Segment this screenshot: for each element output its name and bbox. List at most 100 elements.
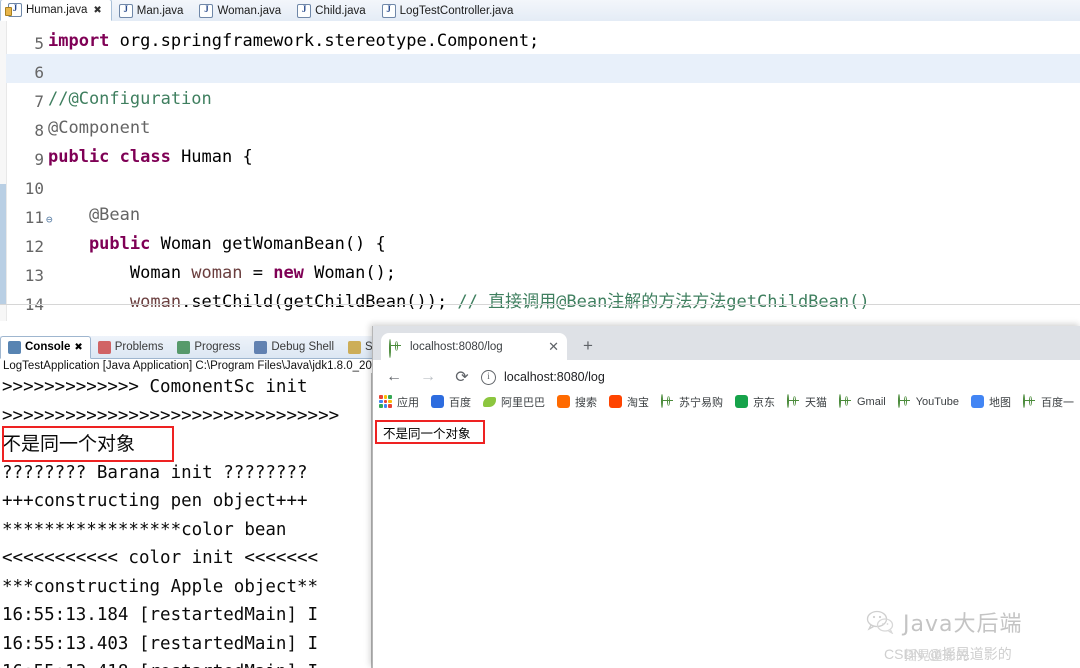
address-bar-url: localhost:8080/log [504, 370, 605, 384]
address-bar[interactable]: localhost:8080/log [473, 366, 1069, 388]
bookmark-label: 搜索 [575, 397, 597, 409]
line-number: 9 [34, 150, 44, 169]
console-output-line: 16:55:13.418 [restartedMain] I [2, 658, 372, 668]
bookmark-百度[interactable]: 百度 [425, 390, 477, 414]
close-icon[interactable]: ✖ [74, 342, 82, 353]
bookmark-label: 百度 [449, 397, 471, 409]
editor-tab-child-java[interactable]: Child.java [290, 1, 375, 21]
watermark-credit-overlay: 摇晃道影的 [904, 648, 970, 663]
bookmark-阿里巴巴[interactable]: 阿里巴巴 [477, 390, 551, 414]
wechat-icon [866, 610, 894, 635]
browser-page-highlight-box: 不是同一个对象 [375, 420, 485, 444]
code-token: .setChild(getChildBean()); [181, 292, 458, 312]
new-tab-button[interactable]: + [583, 337, 593, 354]
bookmark-YouTube[interactable]: YouTube [892, 390, 965, 414]
bookmarks-bar: 应用 百度 阿里巴巴 搜索 淘宝 苏宁易购 京东 天猫 Gmail YouTube 地图 百度一 [373, 390, 1080, 415]
console-output-line: ***constructing Apple object** [2, 576, 319, 597]
bookmark-百度一[interactable]: 百度一 [1017, 390, 1080, 414]
bookmark-label: 应用 [397, 397, 419, 409]
line-number: 10 [24, 179, 44, 198]
editor-tab-man-java[interactable]: Man.java [112, 1, 193, 21]
console-icon [8, 340, 21, 354]
bookmark-Gmail[interactable]: Gmail [833, 390, 892, 414]
close-icon[interactable]: ✖ [93, 5, 101, 16]
console-output[interactable]: >>>>>>>>>>>>> ComonentSc init >>>>>>>>>>>… [2, 373, 372, 668]
code-token: //@Configuration [48, 89, 212, 109]
browser-tab-title: localhost:8080/log [410, 340, 503, 353]
code-token: Woman(); [314, 263, 397, 283]
globe-icon [1022, 394, 1037, 409]
console-tab-label: Progress [194, 341, 241, 353]
line-number: 13 [24, 266, 44, 285]
info-icon[interactable] [481, 369, 496, 385]
code-token: @Component [48, 118, 151, 138]
console-tab-problems[interactable]: Problems [91, 337, 171, 358]
bookmark-label: 苏宁易购 [679, 397, 723, 409]
forward-button[interactable]: → [415, 364, 441, 390]
close-icon[interactable]: ✕ [548, 340, 559, 353]
editor-tab-logtestcontroller-java[interactable]: LogTestController.java [375, 1, 523, 21]
java-file-icon [5, 2, 22, 17]
debug-shell-icon [254, 340, 268, 354]
globe-icon [661, 394, 675, 409]
search-icon [348, 340, 362, 354]
code-token: = [242, 263, 274, 283]
code-token: public class [48, 147, 182, 167]
line-number: 11 [24, 208, 44, 227]
browser-tab[interactable]: localhost:8080/log ✕ [381, 333, 567, 360]
bookmark-搜索[interactable]: 搜索 [551, 390, 603, 414]
code-line: @Component [48, 114, 150, 143]
code-token: org.springframework.stereotype.Component… [119, 31, 540, 51]
java-file-icon [118, 3, 133, 18]
bookmark-应用[interactable]: 应用 [373, 390, 425, 414]
bookmark-label: 淘宝 [627, 397, 649, 409]
screen-root: Human.java ✖ Man.java Woman.java Child.java L… [0, 0, 1080, 668]
console-tab-label: Debug Shell [271, 341, 335, 353]
code-line: woman.setChild(getChildBean()); // 直接调用@… [48, 288, 870, 317]
baidu-icon [431, 395, 445, 409]
console-tab-debug-shell[interactable]: Debug Shell [247, 337, 341, 358]
code-token: Human { [181, 147, 253, 167]
code-token: Woman [48, 263, 192, 283]
editor-tab-label: LogTestController.java [399, 5, 514, 17]
editor-tab-human-java[interactable]: Human.java ✖ [0, 0, 112, 21]
browser-page-text: 不是同一个对象 [383, 426, 471, 441]
editor-tab-label: Man.java [136, 5, 184, 17]
alibaba-icon [483, 395, 497, 409]
watermark-brand-text: Java大后端 [903, 612, 1023, 637]
bookmark-苏宁易购[interactable]: 苏宁易购 [655, 390, 729, 414]
globe-icon [389, 338, 403, 358]
editor-tab-bar: Human.java ✖ Man.java Woman.java Child.java L… [0, 0, 1080, 22]
progress-icon [177, 340, 191, 354]
jd-icon [735, 395, 749, 409]
console-highlight-box [2, 426, 174, 462]
apps-grid-icon [379, 395, 393, 409]
code-editor[interactable]: 5 import org.springframework.stereotype.C… [0, 21, 1080, 321]
code-line: //@Configuration [48, 85, 212, 114]
line-number: 8 [34, 121, 44, 140]
editor-tab-label: Human.java [26, 4, 88, 16]
console-tab-console[interactable]: Console ✖ [0, 335, 91, 359]
console-tab-progress[interactable]: Progress [170, 337, 247, 358]
code-token: import [48, 31, 120, 51]
bookmark-淘宝[interactable]: 淘宝 [603, 390, 655, 414]
bookmark-地图[interactable]: 地图 [965, 390, 1017, 414]
editor-tab-woman-java[interactable]: Woman.java [192, 1, 290, 21]
globe-icon [839, 394, 853, 409]
back-button[interactable]: ← [381, 364, 407, 390]
console-output-line: <<<<<<<<<<< color init <<<<<<< [2, 548, 319, 568]
reload-button[interactable]: ⟳ [449, 364, 475, 390]
search-o-icon [557, 395, 571, 409]
bookmark-京东[interactable]: 京东 [729, 390, 781, 414]
console-output-line: >>>>>>>>>>>>> ComonentSc init [2, 377, 308, 397]
java-file-icon [199, 3, 214, 18]
watermark-brand: Java大后端 [866, 606, 1022, 638]
bookmark-label: 京东 [753, 397, 775, 409]
editor-bottom-separator [0, 304, 1080, 305]
code-token: woman [129, 292, 182, 312]
bookmark-天猫[interactable]: 天猫 [781, 390, 833, 414]
code-token: woman [191, 263, 243, 283]
code-line: @Bean [48, 201, 140, 230]
taobao-icon [609, 395, 623, 409]
line-number: 12 [24, 237, 44, 256]
